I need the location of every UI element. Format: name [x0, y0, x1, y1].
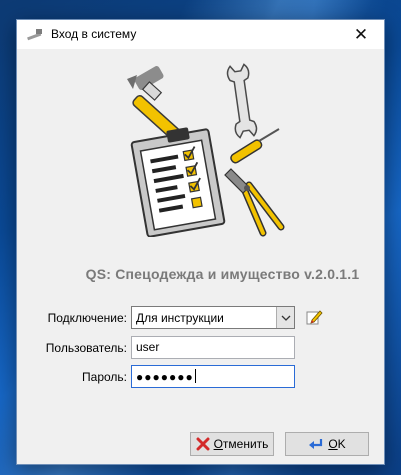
hammer-icon: [27, 29, 42, 41]
wrench-icon: [226, 63, 258, 139]
connection-select[interactable]: Для инструкции: [131, 306, 295, 329]
tools-illustration: [127, 63, 285, 237]
enter-arrow-icon: [309, 439, 323, 449]
pliers-icon: [224, 168, 285, 237]
password-masked-value: ●●●●●●●: [136, 370, 194, 384]
connection-dropdown-button[interactable]: [276, 307, 294, 328]
chevron-down-icon: [281, 315, 290, 321]
cancel-button[interactable]: Отменить: [190, 432, 274, 456]
ok-button-label: OK: [328, 437, 346, 451]
user-label: Пользователь:: [45, 341, 127, 355]
title-bar[interactable]: Вход в систему ✕: [17, 20, 384, 49]
login-dialog: Вход в систему ✕ QS: Спецодежда и имущес…: [16, 19, 385, 465]
clipboard-checklist-icon: [130, 127, 226, 237]
pencil-edit-icon[interactable]: [305, 308, 323, 326]
ok-button[interactable]: OK: [285, 432, 369, 456]
password-input[interactable]: ●●●●●●●: [131, 365, 295, 388]
dialog-body: QS: Спецодежда и имущество v.2.0.1.1 Под…: [17, 49, 384, 464]
password-label: Пароль:: [82, 370, 127, 384]
app-title: QS: Спецодежда и имущество v.2.0.1.1: [85, 266, 360, 282]
connection-select-value: Для инструкции: [136, 311, 224, 325]
close-button[interactable]: ✕: [338, 20, 384, 49]
cancel-button-label: Отменить: [213, 437, 269, 451]
close-icon: ✕: [353, 24, 369, 44]
red-x-icon: [196, 437, 210, 451]
user-input[interactable]: user: [131, 336, 295, 359]
text-caret: [194, 369, 196, 383]
connection-label: Подключение:: [47, 311, 127, 325]
window-title: Вход в систему: [51, 27, 137, 41]
